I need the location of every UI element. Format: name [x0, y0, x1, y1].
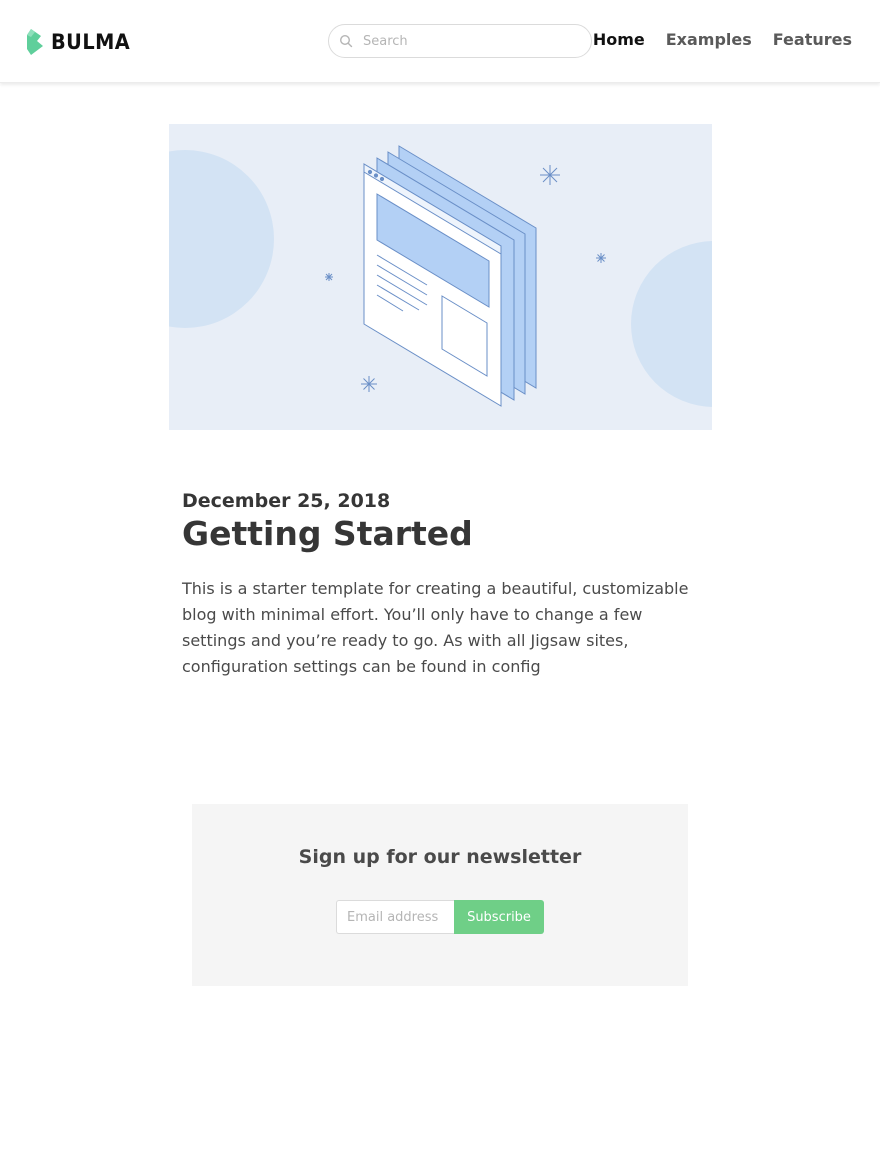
- post-date: December 25, 2018: [182, 490, 391, 512]
- nav-links: Home Examples Features: [593, 30, 852, 49]
- newsletter-section: Sign up for our newsletter Subscribe: [192, 804, 688, 986]
- newsletter-title: Sign up for our newsletter: [298, 846, 582, 868]
- newsletter-form: Subscribe: [336, 900, 544, 934]
- search-input[interactable]: [363, 33, 573, 49]
- brand-name: BULMA: [51, 30, 131, 54]
- nav-link-home[interactable]: Home: [593, 30, 645, 49]
- browser-windows-illustration-icon: [169, 145, 712, 407]
- bulma-logo-icon: [27, 29, 43, 55]
- subscribe-button[interactable]: Subscribe: [454, 900, 544, 934]
- brand-link[interactable]: BULMA: [27, 28, 137, 56]
- post-title[interactable]: Getting Started: [182, 514, 702, 554]
- nav-link-features[interactable]: Features: [773, 30, 852, 49]
- search-box[interactable]: [328, 24, 592, 58]
- navbar: BULMA Home Examples Features: [0, 0, 880, 83]
- nav-link-examples[interactable]: Examples: [666, 30, 752, 49]
- post-excerpt: This is a starter template for creating …: [182, 578, 689, 676]
- post-preview: December 25, 2018 Getting Started This i…: [182, 490, 702, 680]
- hero-image: [169, 124, 712, 430]
- email-field[interactable]: [336, 900, 454, 934]
- search-icon: [339, 34, 353, 48]
